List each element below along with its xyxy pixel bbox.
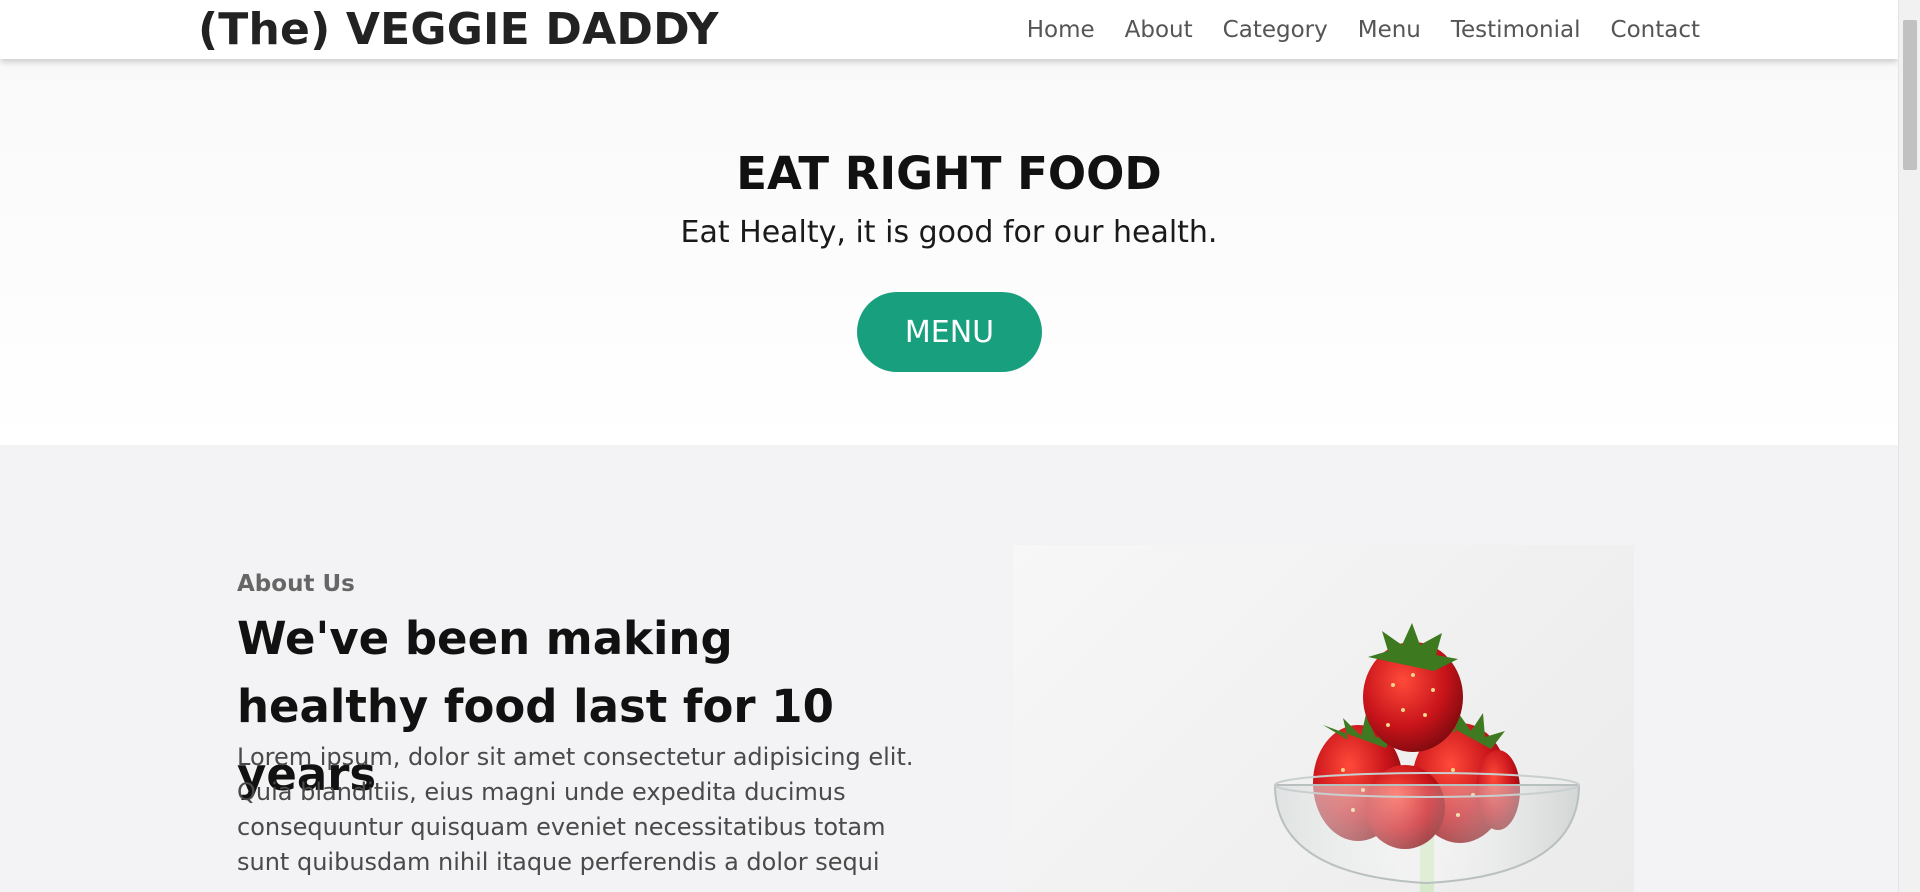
strawberries-in-glass-image [1013,545,1634,892]
hero-subtitle: Eat Healty, it is good for our health. [680,215,1218,250]
nav-link-menu[interactable]: Menu [1358,17,1421,43]
about-eyebrow: About Us [237,571,355,597]
hero-section: EAT RIGHT FOOD Eat Healty, it is good fo… [0,59,1898,445]
strawberries-illustration [1273,623,1581,892]
site-header: (The) VEGGIE DADDY Home About Category M… [0,0,1898,59]
main-nav: Home About Category Menu Testimonial Con… [1027,0,1700,59]
nav-link-category[interactable]: Category [1223,17,1328,43]
scrollbar-thumb[interactable] [1903,20,1917,170]
nav-link-contact[interactable]: Contact [1611,17,1700,43]
nav-link-about[interactable]: About [1125,17,1193,43]
hero-title: EAT RIGHT FOOD [736,147,1162,200]
site-logo[interactable]: (The) VEGGIE DADDY [198,2,719,58]
about-section: About Us We've been making healthy food … [0,445,1898,892]
page-viewport: (The) VEGGIE DADDY Home About Category M… [0,0,1898,892]
nav-link-home[interactable]: Home [1027,17,1095,43]
about-body-text: Lorem ipsum, dolor sit amet consectetur … [237,743,914,876]
nav-link-testimonial[interactable]: Testimonial [1451,17,1581,43]
menu-button[interactable]: MENU [857,292,1042,372]
vertical-scrollbar[interactable] [1898,0,1920,892]
